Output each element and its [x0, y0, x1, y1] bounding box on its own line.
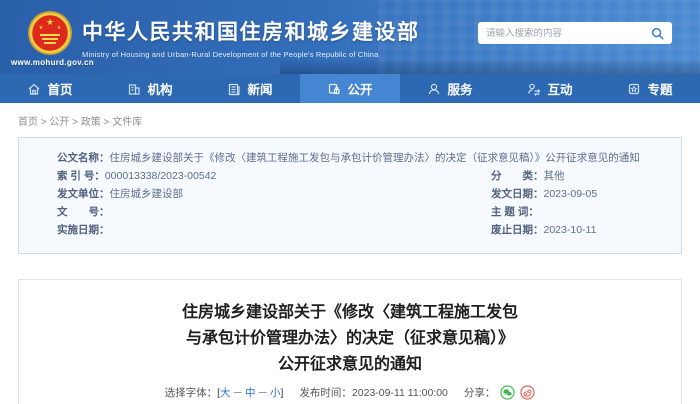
svg-text:★: ★ — [39, 25, 44, 31]
breadcrumb[interactable]: 首页 > 公开 > 政策 > 文件库 — [0, 103, 700, 137]
nav-item-news[interactable]: 新闻 — [200, 74, 300, 103]
site-header: ★ ★ ★ www.mohurd.gov.cn 中华人民共和国住房和城乡建设部 … — [0, 0, 700, 74]
nav-label: 新闻 — [247, 83, 273, 97]
nav-label: 首页 — [47, 83, 73, 97]
article-panel: 住房城乡建设部关于《修改〈建筑工程施工发包 与承包计价管理办法〉的决定（征求意见… — [18, 279, 682, 404]
meta-label: 发文日期： — [491, 188, 544, 200]
font-size-label: 选择字体： — [164, 387, 218, 399]
nav-label: 机构 — [147, 83, 173, 97]
meta-row: 文 号： 主 题 词： — [57, 203, 667, 221]
nav-item-service[interactable]: 服务 — [400, 74, 500, 103]
search-icon[interactable] — [651, 27, 664, 40]
meta-label: 分 类： — [491, 170, 544, 182]
dash: － — [232, 387, 244, 399]
font-size-medium-button[interactable]: 中 — [245, 385, 256, 400]
meta-label: 发文单位： — [57, 188, 110, 200]
nav-item-disclosure[interactable]: 公开 — [300, 74, 400, 103]
nav-item-topics[interactable]: 专题 — [600, 74, 700, 103]
dash: － — [257, 387, 269, 399]
organization-icon — [129, 83, 141, 95]
article-title-line: 住房城乡建设部关于《修改〈建筑工程施工发包 — [181, 304, 518, 321]
nav-label: 专题 — [647, 83, 673, 97]
header-trees-backdrop — [280, 58, 700, 74]
meta-row-doc-name: 公文名称： 住房城乡建设部关于《修改〈建筑工程施工发包与承包计价管理办法〉的决定… — [57, 149, 667, 167]
font-size-small-button[interactable]: 小 — [270, 385, 281, 400]
interaction-icon — [528, 83, 541, 96]
meta-row: 实施日期： 废止日期： 2023-10-11 — [57, 221, 667, 239]
publish-time-value: 2023-09-11 11:00:00 — [351, 386, 448, 399]
meta-label: 实施日期： — [57, 224, 110, 236]
meta-row: 发文单位： 住房城乡建设部 发文日期： 2023-09-05 — [57, 185, 667, 203]
search-input[interactable] — [486, 27, 651, 39]
disclosure-icon — [329, 83, 341, 94]
article-toolbar: 选择字体： [ 大 － 中 － 小 ] 发布时间： 2023-09-11 11:… — [19, 385, 681, 400]
meta-value: 000013338/2023-00542 — [104, 170, 217, 182]
nav-item-home[interactable]: 首页 — [0, 74, 100, 103]
share-label: 分享： — [463, 387, 496, 399]
site-title: 中华人民共和国住房和城乡建设部 — [82, 21, 420, 44]
nav-item-organization[interactable]: 机构 — [100, 74, 200, 103]
article-title-line: 公开征求意见的通知 — [277, 356, 422, 373]
nav-label: 服务 — [447, 83, 473, 97]
article-title: 住房城乡建设部关于《修改〈建筑工程施工发包 与承包计价管理办法〉的决定（征求意见… — [19, 300, 681, 378]
nav-label: 互动 — [547, 83, 573, 97]
nav-label: 公开 — [347, 83, 373, 97]
meta-label: 索 引 号： — [57, 170, 105, 182]
bracket: ] — [280, 386, 284, 399]
search-bar — [478, 22, 672, 44]
topics-icon — [629, 83, 640, 94]
publish-time-label: 发布时间： — [299, 387, 352, 399]
svg-text:★: ★ — [46, 17, 54, 27]
weibo-share-icon[interactable] — [520, 385, 536, 400]
nav-item-interaction[interactable]: 互动 — [500, 74, 600, 103]
meta-value: 2023-09-05 — [543, 188, 598, 200]
home-icon — [29, 83, 40, 95]
site-url: www.mohurd.gov.cn — [11, 58, 94, 67]
national-emblem-icon: ★ ★ ★ — [28, 11, 72, 55]
meta-label: 废止日期： — [491, 224, 544, 236]
service-icon — [429, 83, 440, 94]
site-subtitle: Ministry of Housing and Urban-Rural Deve… — [82, 50, 379, 59]
font-size-large-button[interactable]: 大 — [220, 385, 231, 400]
meta-value: 住房城乡建设部 — [109, 188, 184, 200]
meta-value: 其他 — [543, 170, 565, 182]
wechat-share-icon[interactable] — [500, 385, 516, 400]
svg-text:★: ★ — [57, 25, 62, 31]
meta-label: 主 题 词： — [491, 206, 539, 218]
meta-row: 索 引 号： 000013338/2023-00542 分 类： 其他 — [57, 167, 667, 185]
meta-label: 公文名称： — [57, 152, 110, 164]
meta-value: 2023-10-11 — [543, 224, 597, 236]
main-nav: 首页 机构 新闻 公开 服务 互动 专题 — [0, 74, 700, 103]
news-icon — [229, 83, 241, 95]
document-meta-panel: 公文名称： 住房城乡建设部关于《修改〈建筑工程施工发包与承包计价管理办法〉的决定… — [18, 137, 682, 254]
article-title-line: 与承包计价管理办法〉的决定（征求意见稿）》 — [185, 330, 514, 347]
meta-value: 住房城乡建设部关于《修改〈建筑工程施工发包与承包计价管理办法〉的决定（征求意见稿… — [109, 152, 640, 164]
meta-label: 文 号： — [57, 206, 110, 218]
